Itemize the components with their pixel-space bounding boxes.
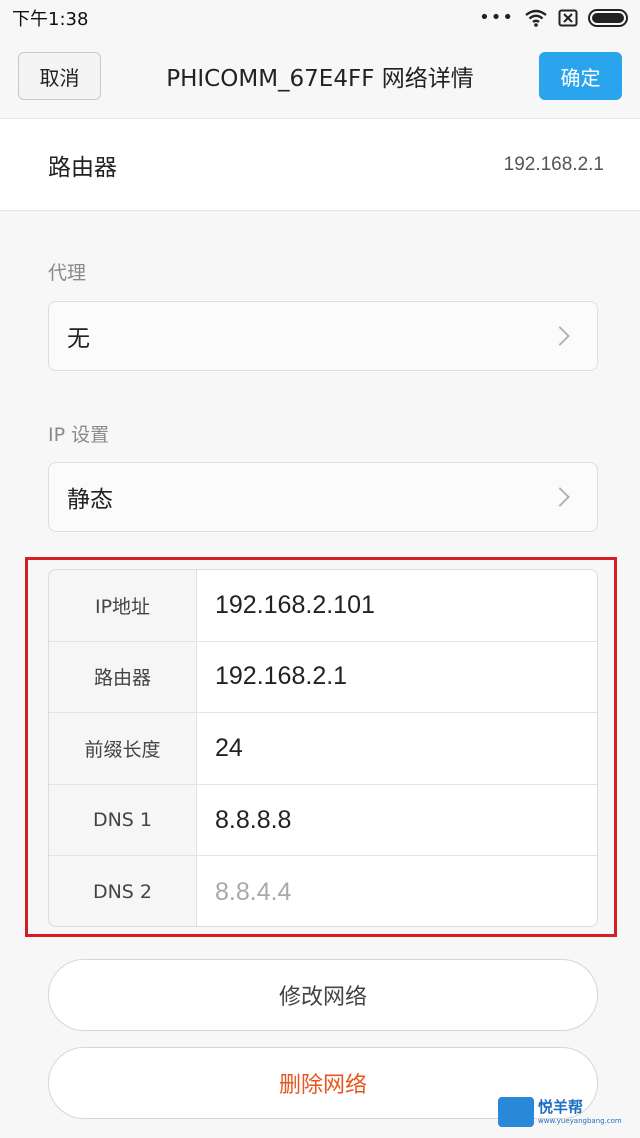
table-row: IP地址 192.168.2.101	[49, 570, 597, 642]
watermark-title: 悦羊帮	[538, 1097, 584, 1116]
status-time: 下午1:38	[12, 9, 89, 30]
cancel-button[interactable]: 取消	[18, 52, 101, 100]
ip-address-label: IP地址	[49, 570, 197, 641]
dns2-input[interactable]: 8.8.4.4	[197, 856, 597, 926]
page-title: PHICOMM_67E4FF 网络详情	[166, 66, 474, 92]
router-info-row: 路由器 192.168.2.1	[0, 118, 640, 211]
proxy-select[interactable]: 无	[48, 301, 598, 371]
prefix-length-label: 前缀长度	[49, 713, 197, 784]
table-row: 前缀长度 24	[49, 713, 597, 785]
ip-settings-select[interactable]: 静态	[48, 462, 598, 532]
status-icons: •••	[479, 9, 628, 27]
gateway-label: 路由器	[49, 641, 197, 713]
status-bar: 下午1:38 •••	[0, 0, 640, 36]
dns1-label: DNS 1	[49, 784, 197, 856]
router-label: 路由器	[48, 154, 117, 181]
chevron-right-icon	[550, 487, 570, 507]
confirm-button[interactable]: 确定	[539, 52, 622, 100]
gateway-input[interactable]: 192.168.2.1	[197, 642, 597, 713]
wifi-icon	[525, 9, 547, 27]
chevron-right-icon	[550, 326, 570, 346]
ip-settings-section-label: IP 设置	[48, 424, 110, 446]
proxy-selected-value: 无	[67, 326, 90, 352]
more-dots-icon: •••	[479, 7, 514, 28]
table-row: DNS 1 8.8.8.8	[49, 784, 597, 857]
table-row: DNS 2 8.8.4.4	[49, 856, 597, 926]
watermark-url: www.yueyangbang.com	[538, 1116, 622, 1125]
watermark-text: 悦羊帮 www.yueyangbang.com	[538, 1097, 622, 1125]
table-row: 路由器 192.168.2.1	[49, 641, 597, 714]
ip-settings-selected-value: 静态	[67, 487, 113, 513]
title-bar: 取消 PHICOMM_67E4FF 网络详情 确定	[0, 36, 640, 116]
dns1-input[interactable]: 8.8.8.8	[197, 785, 597, 856]
modify-network-button[interactable]: 修改网络	[48, 959, 598, 1031]
router-value: 192.168.2.1	[503, 153, 604, 175]
watermark: 悦羊帮 www.yueyangbang.com	[498, 1088, 638, 1136]
proxy-section-label: 代理	[48, 262, 87, 284]
watermark-logo-icon	[498, 1097, 534, 1127]
battery-icon	[588, 9, 628, 27]
sim-blocked-icon	[558, 9, 578, 27]
prefix-length-input[interactable]: 24	[197, 713, 597, 784]
dns2-label: DNS 2	[49, 856, 197, 926]
static-ip-table: IP地址 192.168.2.101 路由器 192.168.2.1 前缀长度 …	[48, 569, 598, 927]
ip-address-input[interactable]: 192.168.2.101	[197, 570, 597, 641]
